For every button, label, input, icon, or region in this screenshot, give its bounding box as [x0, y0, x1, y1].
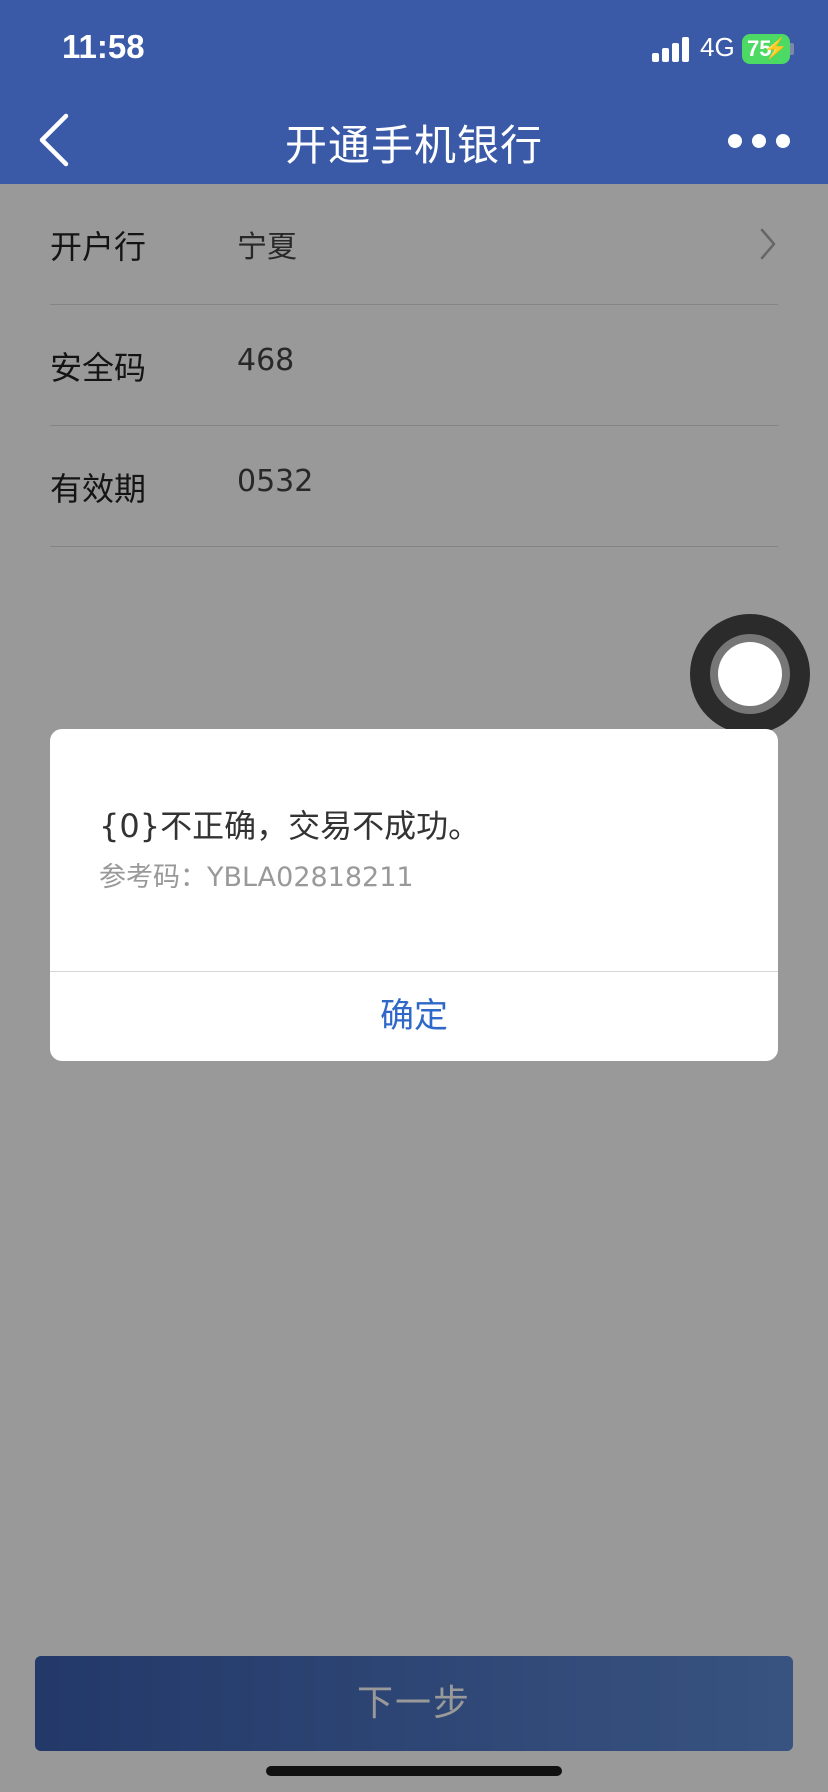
- battery-icon: 75 ⚡: [742, 34, 790, 64]
- app-header: 11:58 4G 75 ⚡ 开通手机银行: [0, 0, 828, 184]
- more-button[interactable]: [720, 128, 810, 158]
- dialog-reference-code: 参考码：YBLA02818211: [99, 862, 414, 893]
- dialog-message: {0}不正确，交易不成功。: [99, 807, 481, 845]
- error-dialog: {0}不正确，交易不成功。 参考码：YBLA02818211 确定: [50, 729, 778, 1061]
- status-bar: 11:58 4G 75 ⚡: [0, 0, 828, 100]
- cellular-signal-icon: [652, 36, 692, 62]
- assistive-touch-icon: [718, 642, 782, 706]
- network-type: 4G: [700, 32, 735, 62]
- nav-bar: 开通手机银行: [0, 100, 828, 184]
- status-time: 11:58: [62, 28, 145, 65]
- home-indicator[interactable]: [266, 1766, 562, 1776]
- assistive-touch-button[interactable]: [690, 614, 810, 734]
- confirm-button[interactable]: 确定: [50, 972, 778, 1061]
- charging-bolt-icon: ⚡: [763, 38, 788, 60]
- page-title: 开通手机银行: [284, 121, 543, 170]
